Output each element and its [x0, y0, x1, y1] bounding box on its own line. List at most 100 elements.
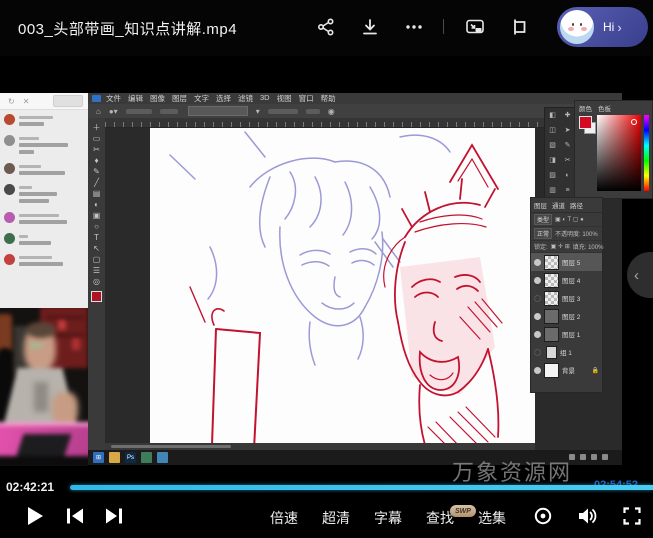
progress-bar[interactable] [70, 485, 653, 490]
control-subtitle[interactable]: 字幕 [374, 508, 402, 528]
photoshop-options-bar: ⌂ ●▾ ▾ ◉ [88, 104, 622, 118]
chat-sender-name [19, 165, 41, 168]
picture-in-picture-button[interactable] [463, 15, 487, 39]
download-icon [360, 17, 380, 37]
sketch-artwork [150, 127, 535, 445]
control-quality[interactable]: 超清 [322, 508, 350, 528]
menu-item: 3D [260, 93, 270, 104]
next-icon [103, 506, 125, 526]
download-button[interactable] [358, 15, 382, 39]
palette-tool-icon: ≡ [565, 184, 569, 197]
chat-message-text [19, 262, 63, 266]
chat-message-text [19, 122, 44, 126]
episode-drawer-handle[interactable]: ‹ [627, 252, 653, 298]
refresh-icon: ↻ [8, 97, 15, 106]
play-icon [25, 505, 45, 527]
watermark-site-name: 万象资源网 [452, 455, 572, 487]
player-control-bar: 倍速超清字幕查找选集 [0, 493, 653, 538]
menu-item: 图像 [150, 93, 165, 104]
palette-tool-icon: ▥ [549, 184, 556, 197]
more-button[interactable] [402, 15, 426, 39]
chat-avatar [4, 254, 15, 265]
layer-name: 图层 5 [562, 257, 580, 267]
layer-name: 图层 1 [562, 329, 580, 339]
layer-visibility-eye-icon [534, 331, 541, 338]
chat-message [0, 250, 88, 271]
swp-badge: SWP [450, 505, 476, 517]
chat-message-text [19, 199, 49, 203]
dock-window-button[interactable] [507, 15, 531, 39]
glasses-glint [30, 344, 42, 347]
player-top-bar: 003_头部带画_知识点讲解.mp4 [0, 0, 653, 56]
chat-sender-name [19, 256, 52, 259]
home-icon: ⌂ [96, 107, 101, 116]
color-cursor [631, 119, 637, 125]
chat-sender-name [19, 235, 28, 238]
layers-panel-tabs: 图层通道路径 [531, 198, 602, 213]
palette-tool-icon: ◫ [549, 124, 556, 137]
menu-item: 图层 [172, 93, 187, 104]
previous-button[interactable] [62, 504, 88, 528]
account-button[interactable]: Hi › [557, 7, 648, 47]
share-button[interactable] [314, 15, 338, 39]
menu-item: 文件 [106, 93, 121, 104]
menu-item: 滤镜 [238, 93, 253, 104]
chat-message-text [19, 171, 65, 175]
person-arm [52, 392, 78, 426]
volume-button[interactable] [575, 505, 599, 527]
tool-icon: ▤ [93, 188, 101, 199]
taskbar-app-icon: ⊞ [93, 452, 104, 463]
palette-tool-icon: ✎ [565, 139, 571, 152]
next-button[interactable] [101, 504, 127, 528]
layer-filter-select: 类型 [534, 214, 552, 225]
tool-icon: ▭ [93, 133, 101, 144]
fullscreen-button[interactable] [620, 505, 644, 527]
fullscreen-icon [622, 506, 642, 526]
fill-value: 填充: 100% [573, 242, 604, 251]
chat-message [0, 180, 88, 208]
previous-icon [64, 506, 86, 526]
dock-window-icon [509, 17, 529, 37]
close-icon: ✕ [23, 97, 30, 106]
chat-message [0, 229, 88, 250]
tool-icon: ▢ [93, 254, 101, 265]
tool-icon: ◎ [93, 276, 100, 287]
layer-thumbnail [544, 327, 559, 342]
control-episodes[interactable]: 选集 [478, 508, 506, 528]
tool-icon: ＋ [93, 122, 101, 133]
color-panel: 颜色色板 [574, 100, 653, 199]
layers-panel-tab: 通道 [552, 200, 565, 210]
mini-player-button[interactable] [531, 505, 555, 527]
palette-tool-icon: ◧ [549, 109, 556, 122]
menu-item: 文字 [194, 93, 209, 104]
control-speed[interactable]: 倍速 [270, 508, 298, 528]
tool-icon: ☰ [93, 265, 100, 276]
palette-tool-icon: ✚ [565, 109, 571, 122]
layer-lock-icon: 🔒 [592, 367, 599, 374]
toolbar-divider [443, 19, 444, 34]
chevron-left-icon: ‹ [634, 267, 639, 284]
play-button[interactable] [22, 504, 48, 528]
dropdown-caret-icon: ▾ [256, 107, 260, 116]
palette-tool-icon: ▨ [549, 169, 556, 182]
palette-tool-icon: ➤ [565, 124, 571, 137]
layer-visibility-eye-icon [534, 367, 541, 374]
layer-row: 组 1 [531, 343, 602, 361]
photoshop-logo [92, 95, 101, 102]
layer-row: 背景🔒 [531, 361, 602, 379]
chat-message [0, 159, 88, 180]
chat-avatar [4, 233, 15, 244]
option-control [306, 109, 320, 114]
tool-icon: ╱ [94, 177, 99, 188]
layer-name: 图层 2 [562, 311, 580, 321]
chat-message-text [19, 143, 68, 147]
palette-tool-icon: ◨ [549, 154, 556, 167]
menu-item: 选择 [216, 93, 231, 104]
chat-sidebar: ↻ ✕ [0, 93, 88, 308]
layer-thumbnail [544, 255, 559, 270]
menu-item: 编辑 [128, 93, 143, 104]
status-text-blur [111, 445, 231, 448]
avatar [560, 10, 594, 44]
layer-thumbnail [544, 273, 559, 288]
layer-name: 图层 3 [562, 293, 580, 303]
